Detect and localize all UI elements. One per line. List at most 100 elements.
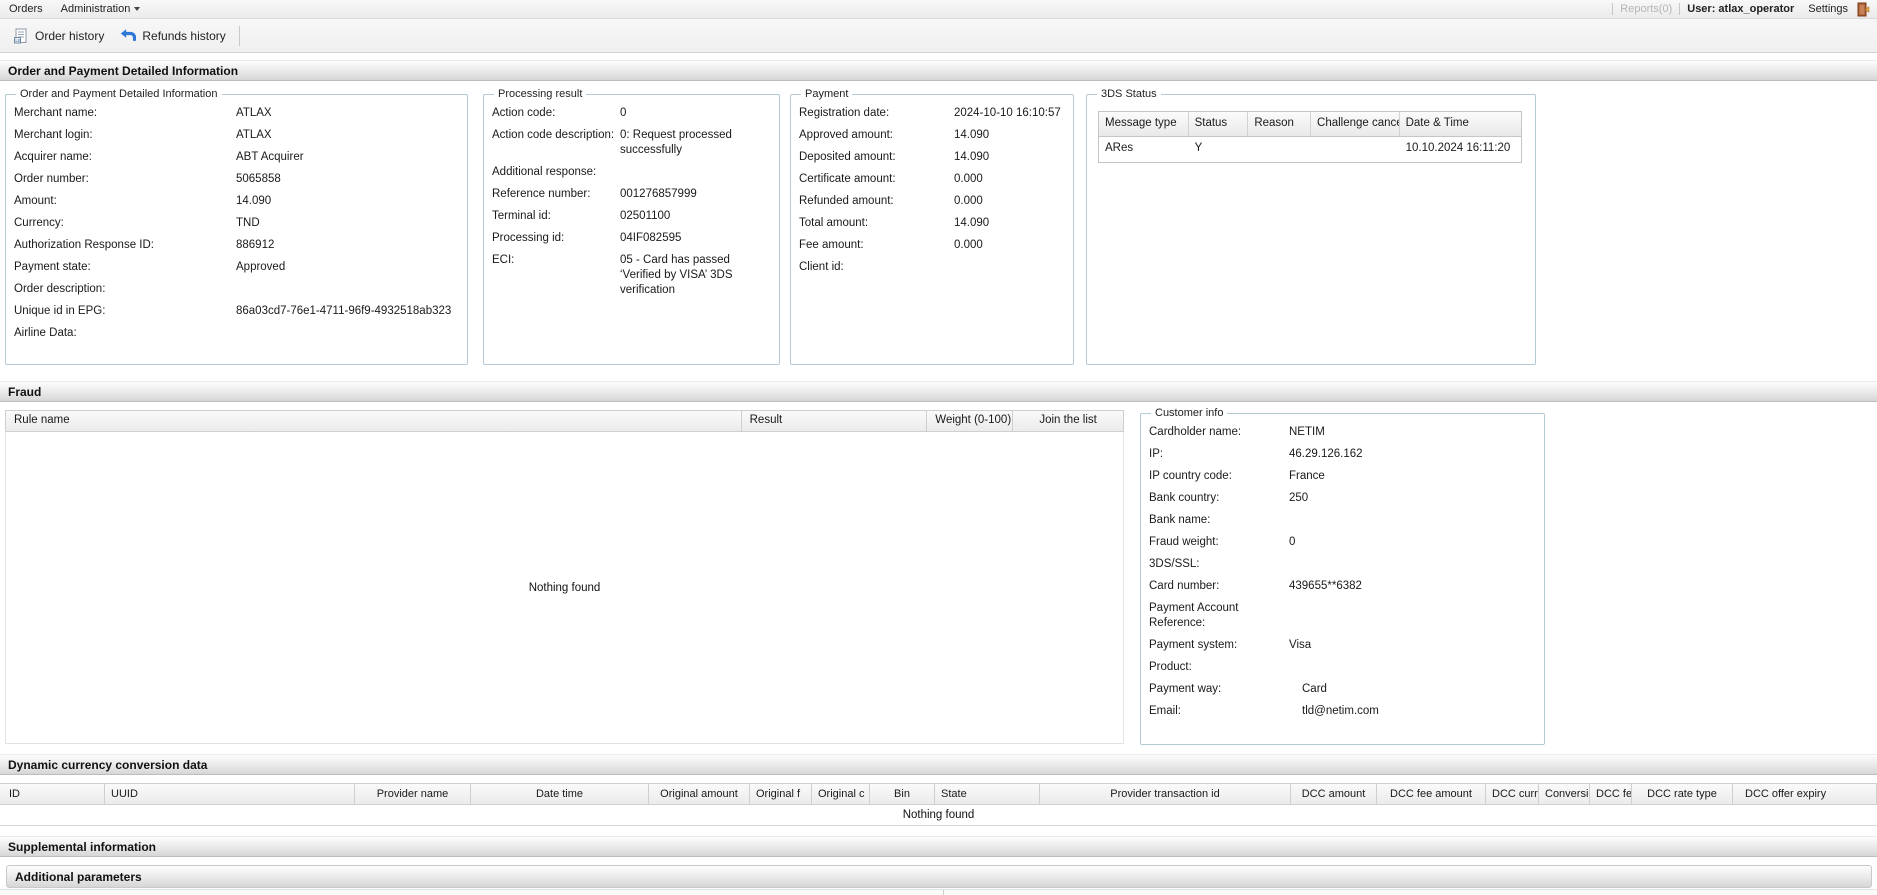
additional-parameters-bar: Additional parameters [6,865,1872,888]
dcc-column-header[interactable]: DCC fee amount [1377,784,1486,804]
field-label: Cardholder name: [1149,426,1242,438]
tds-status-row[interactable]: ARes Y 10.10.2024 16:11:20 [1099,137,1521,162]
dcc-column-header[interactable]: Bin [870,784,935,804]
field-label: Bank country: [1149,492,1220,504]
field-row: Authorization Response ID: 886912 [14,238,459,253]
dcc-column-header[interactable]: DCC amount [1291,784,1377,804]
field-label: Action code description: [492,129,615,141]
tds-status-column-header[interactable]: Reason [1248,112,1312,136]
field-value: 0 [620,107,627,119]
field-label: Action code: [492,107,556,119]
field-row: Fee amount: 0.000 [799,238,1065,253]
field-value: 5065858 [236,173,281,185]
field-value: 250 [1289,492,1309,504]
field-value: ABT Acquirer [236,151,304,163]
dcc-column-header[interactable]: Original amount [649,784,750,804]
dcc-empty-text: Nothing found [902,809,975,821]
dcc-section-title: Dynamic currency conversion data [8,757,208,772]
additional-parameters-table-partial [0,889,1877,895]
fraud-column-header[interactable]: Rule name [6,411,742,431]
field-label: Refunded amount: [799,195,894,207]
dcc-column-header[interactable]: Provider name [355,784,471,804]
supplemental-section-bar: Supplemental information [0,836,1877,857]
field-row: IP country code: France [1149,469,1536,484]
fraud-header-row: Rule name Result Weight (0-100) Join the… [5,410,1124,432]
processing-result-fieldset: Processing result Action code: 0 Action … [483,88,780,365]
field-label: Amount: [14,195,57,207]
field-value: 14.090 [954,129,990,141]
field-value: 14.090 [236,195,272,207]
tds-status-column-header[interactable]: Status [1189,112,1249,136]
field-row: Deposited amount: 14.090 [799,150,1065,165]
dcc-column-header[interactable]: ID [0,784,105,804]
fraud-column-header[interactable]: Join the list [1013,411,1123,431]
dcc-column-header[interactable]: State [935,784,1040,804]
field-value: 439655**6382 [1289,580,1362,592]
dcc-column-header[interactable]: Date time [471,784,649,804]
field-label: Authorization Response ID: [14,239,154,251]
field-label: Unique id in EPG: [14,305,106,317]
field-row: Merchant login: ATLAX [14,128,459,143]
field-value: 001276857999 [620,188,697,200]
fraud-table: Rule name Result Weight (0-100) Join the… [5,410,1124,744]
field-value: 05 - Card has passed ‘Verified by VISA’ … [620,254,733,296]
field-row: Cardholder name: NETIM [1149,425,1536,440]
field-row: Product: [1149,660,1536,675]
menu-item-orders[interactable]: Orders [0,0,52,18]
refunds-history-button[interactable]: Refunds history [112,24,233,48]
menu-item-administration[interactable]: Administration [52,0,150,18]
tds-status-column-header[interactable]: Message type [1099,112,1189,136]
tds-status-column-header[interactable]: Challenge cancel [1311,112,1400,136]
field-row: Airline Data: [14,326,459,341]
dcc-column-header[interactable]: DCC fee [1590,784,1632,804]
field-row: Acquirer name: ABT Acquirer [14,150,459,165]
field-value: 02501100 [620,210,671,222]
field-label: Payment Account Reference: [1149,602,1239,629]
tds-status-table: Message type Status Reason Challenge can… [1098,111,1522,163]
field-label: Additional response: [492,166,597,178]
field-value: Visa [1289,639,1312,651]
field-label: Merchant login: [14,129,93,141]
orders-menu-label: Orders [9,3,43,15]
field-label: Approved amount: [799,129,893,141]
reports-menu-label[interactable]: Reports(0) [1620,3,1672,15]
toolbar: LE Order history Refunds history [0,19,1877,53]
dcc-table: ID UUID Provider name Date time Original… [0,783,1877,826]
dcc-column-header[interactable]: DCC curr [1486,784,1539,804]
field-label: Acquirer name: [14,151,92,163]
dcc-column-header[interactable]: Provider transaction id [1040,784,1291,804]
fraud-column-header[interactable]: Weight (0-100) [927,411,1014,431]
field-label: Total amount: [799,217,869,229]
field-row: Refunded amount: 0.000 [799,194,1065,209]
dcc-column-header[interactable]: UUID [105,784,355,804]
dcc-column-header[interactable]: Original c [812,784,870,804]
document-list-icon: LE [13,28,29,44]
dcc-column-header[interactable]: Original f [750,784,812,804]
logout-icon[interactable] [1856,2,1871,17]
menu-separator [1612,3,1614,15]
field-value: 0.000 [954,195,983,207]
menu-separator [1679,3,1681,15]
field-row: Merchant name: ATLAX [14,106,459,121]
dcc-column-header[interactable]: DCC rate type [1632,784,1733,804]
field-row: Action code description: 0: Request proc… [492,128,771,158]
dcc-column-header[interactable]: Conversi [1539,784,1590,804]
field-label: Certificate amount: [799,173,896,185]
field-label: IP country code: [1149,470,1232,482]
tds-cell-reason [1248,137,1311,162]
field-row: Client id: [799,260,1065,275]
tds-status-column-header[interactable]: Date & Time [1400,112,1521,136]
payment-fieldset: Payment Registration date: 2024-10-10 16… [790,88,1074,365]
fraud-column-header[interactable]: Result [742,411,928,431]
field-row: Order description: [14,282,459,297]
dcc-column-header[interactable]: DCC offer expiry [1733,784,1877,804]
tds-cell-date-time: 10.10.2024 16:11:20 [1405,142,1511,154]
field-label: IP: [1149,448,1164,460]
field-row: Terminal id: 02501100 [492,209,771,224]
field-row: Approved amount: 14.090 [799,128,1065,143]
dcc-table-body: Nothing found [0,805,1877,826]
order-history-button[interactable]: LE Order history [5,24,112,48]
menu-item-settings[interactable]: Settings [1808,3,1848,15]
field-label: Reference number: [492,188,591,200]
field-label: Registration date: [799,107,890,119]
